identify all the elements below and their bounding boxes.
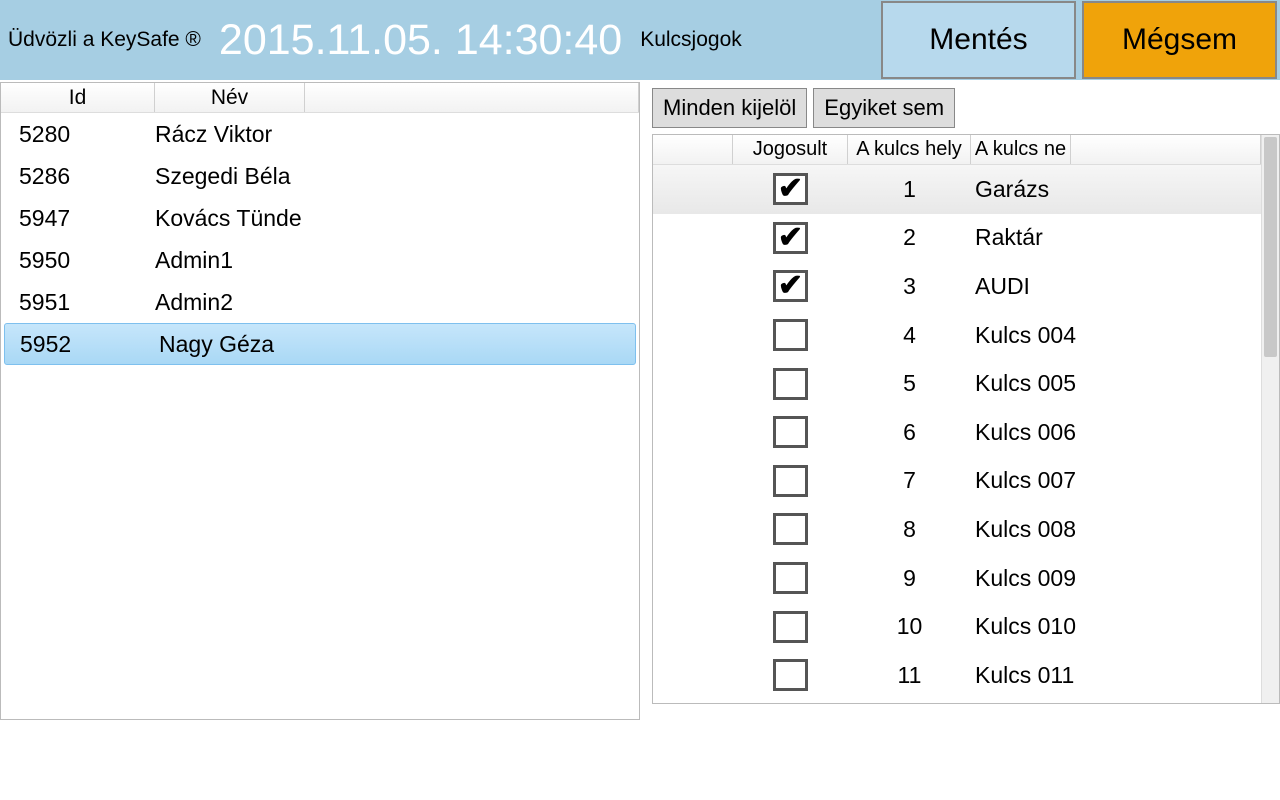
keys-scrollbar[interactable] (1261, 135, 1279, 703)
user-name: Admin1 (155, 247, 639, 274)
users-header-row: Id Név (1, 83, 639, 113)
key-row[interactable]: 7Kulcs 007 (653, 457, 1261, 506)
cancel-button[interactable]: Mégsem (1082, 1, 1277, 79)
user-id: 5950 (19, 247, 155, 274)
key-row[interactable]: 10Kulcs 010 (653, 602, 1261, 651)
key-position: 5 (848, 370, 971, 397)
user-id: 5280 (19, 121, 155, 148)
user-name: Nagy Géza (159, 331, 635, 358)
user-id: 5286 (19, 163, 155, 190)
authorized-checkbox[interactable] (773, 562, 808, 594)
keys-header-row: Jogosult A kulcs hely A kulcs ne (653, 135, 1261, 165)
app-header: Üdvözli a KeySafe ® 2015.11.05. 14:30:40… (0, 0, 1280, 82)
user-row[interactable]: 5951Admin2 (1, 281, 639, 323)
authorized-checkbox[interactable] (773, 513, 808, 545)
authorized-checkbox[interactable] (773, 611, 808, 643)
key-position: 7 (848, 467, 971, 494)
section-title: Kulcsjogok (640, 28, 742, 52)
user-name: Kovács Tünde (155, 205, 639, 232)
key-name: AUDI (971, 273, 1261, 300)
key-name: Kulcs 006 (971, 419, 1261, 446)
keys-col-name[interactable]: A kulcs ne (971, 135, 1071, 164)
key-position: 3 (848, 273, 971, 300)
key-position: 2 (848, 224, 971, 251)
key-name: Kulcs 008 (971, 516, 1261, 543)
user-name: Szegedi Béla (155, 163, 639, 190)
authorized-checkbox[interactable] (773, 368, 808, 400)
key-name: Kulcs 010 (971, 613, 1261, 640)
key-position: 8 (848, 516, 971, 543)
authorized-checkbox[interactable] (773, 465, 808, 497)
key-row[interactable]: 6Kulcs 006 (653, 408, 1261, 457)
user-id: 5951 (19, 289, 155, 316)
keys-col-blank (653, 135, 733, 164)
users-col-id[interactable]: Id (1, 83, 155, 112)
authorized-checkbox[interactable]: ✔ (773, 270, 808, 302)
key-row[interactable]: 9Kulcs 009 (653, 554, 1261, 603)
keys-scrollbar-thumb[interactable] (1264, 137, 1277, 357)
key-name: Kulcs 011 (971, 662, 1261, 689)
timestamp-text: 2015.11.05. 14:30:40 (219, 16, 622, 65)
authorized-checkbox[interactable] (773, 319, 808, 351)
key-position: 9 (848, 565, 971, 592)
key-row[interactable]: 5Kulcs 005 (653, 359, 1261, 408)
key-name: Kulcs 007 (971, 467, 1261, 494)
user-id: 5947 (19, 205, 155, 232)
keys-col-authorized[interactable]: Jogosult (733, 135, 848, 164)
user-name: Admin2 (155, 289, 639, 316)
key-name: Kulcs 009 (971, 565, 1261, 592)
key-row[interactable]: ✔ 3AUDI (653, 262, 1261, 311)
select-all-button[interactable]: Minden kijelöl (652, 88, 807, 128)
user-row[interactable]: 5947Kovács Tünde (1, 197, 639, 239)
select-none-button[interactable]: Egyiket sem (813, 88, 955, 128)
user-name: Rácz Viktor (155, 121, 639, 148)
key-row[interactable]: 4Kulcs 004 (653, 311, 1261, 360)
user-row[interactable]: 5952Nagy Géza (4, 323, 636, 365)
authorized-checkbox[interactable]: ✔ (773, 222, 808, 254)
user-row[interactable]: 5286Szegedi Béla (1, 155, 639, 197)
save-button[interactable]: Mentés (881, 1, 1076, 79)
authorized-checkbox[interactable]: ✔ (773, 173, 808, 205)
authorized-checkbox[interactable] (773, 659, 808, 691)
users-panel: Id Név 5280Rácz Viktor5286Szegedi Béla59… (0, 82, 640, 720)
key-name: Kulcs 004 (971, 322, 1261, 349)
key-name: Garázs (971, 176, 1261, 203)
keys-col-position[interactable]: A kulcs hely (848, 135, 971, 164)
user-id: 5952 (20, 331, 159, 358)
key-row[interactable]: 11Kulcs 011 (653, 651, 1261, 700)
authorized-checkbox[interactable] (773, 416, 808, 448)
key-position: 1 (848, 176, 971, 203)
key-row[interactable]: 8Kulcs 008 (653, 505, 1261, 554)
key-position: 4 (848, 322, 971, 349)
key-name: Kulcs 005 (971, 370, 1261, 397)
keys-panel: Minden kijelöl Egyiket sem Jogosult A ku… (640, 82, 1280, 720)
user-row[interactable]: 5950Admin1 (1, 239, 639, 281)
users-col-name[interactable]: Név (155, 83, 305, 112)
key-row[interactable]: ✔ 2Raktár (653, 214, 1261, 263)
user-row[interactable]: 5280Rácz Viktor (1, 113, 639, 155)
welcome-text: Üdvözli a KeySafe ® (8, 28, 201, 52)
key-position: 6 (848, 419, 971, 446)
key-position: 10 (848, 613, 971, 640)
key-position: 11 (848, 662, 971, 689)
key-row[interactable]: ✔ 1Garázs (653, 165, 1261, 214)
users-col-blank (305, 83, 639, 112)
key-name: Raktár (971, 224, 1261, 251)
